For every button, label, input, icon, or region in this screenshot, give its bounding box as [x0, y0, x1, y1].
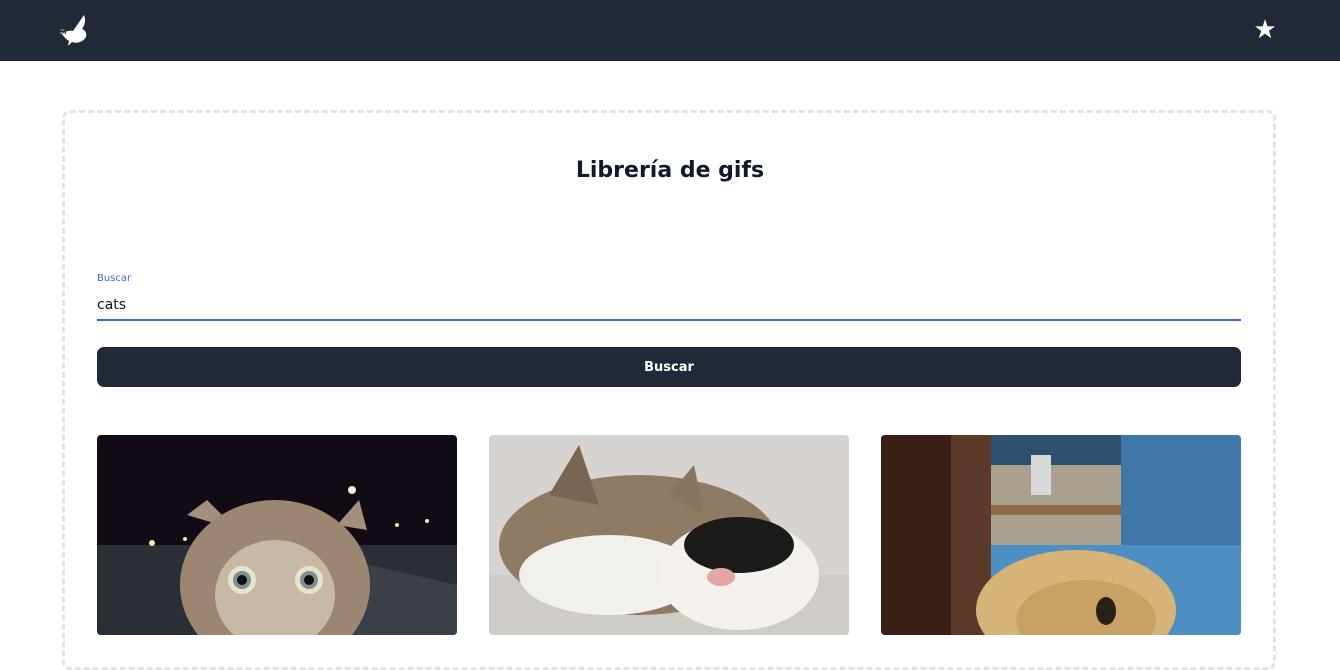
search-input[interactable]: [97, 291, 1241, 321]
search-field: Buscar: [97, 271, 1241, 323]
top-navbar: ★: [0, 0, 1340, 61]
page-title: Librería de gifs: [575, 158, 765, 183]
dove-icon[interactable]: [58, 12, 94, 48]
star-icon[interactable]: ★: [1252, 15, 1278, 45]
gif-card[interactable]: [97, 435, 457, 635]
search-label: Buscar: [97, 273, 132, 284]
gif-image: [881, 435, 1241, 635]
gif-card[interactable]: [881, 435, 1241, 635]
gif-image: [97, 435, 457, 635]
gif-image: [489, 435, 849, 635]
search-button[interactable]: Buscar: [97, 347, 1241, 387]
gif-card[interactable]: [489, 435, 849, 635]
